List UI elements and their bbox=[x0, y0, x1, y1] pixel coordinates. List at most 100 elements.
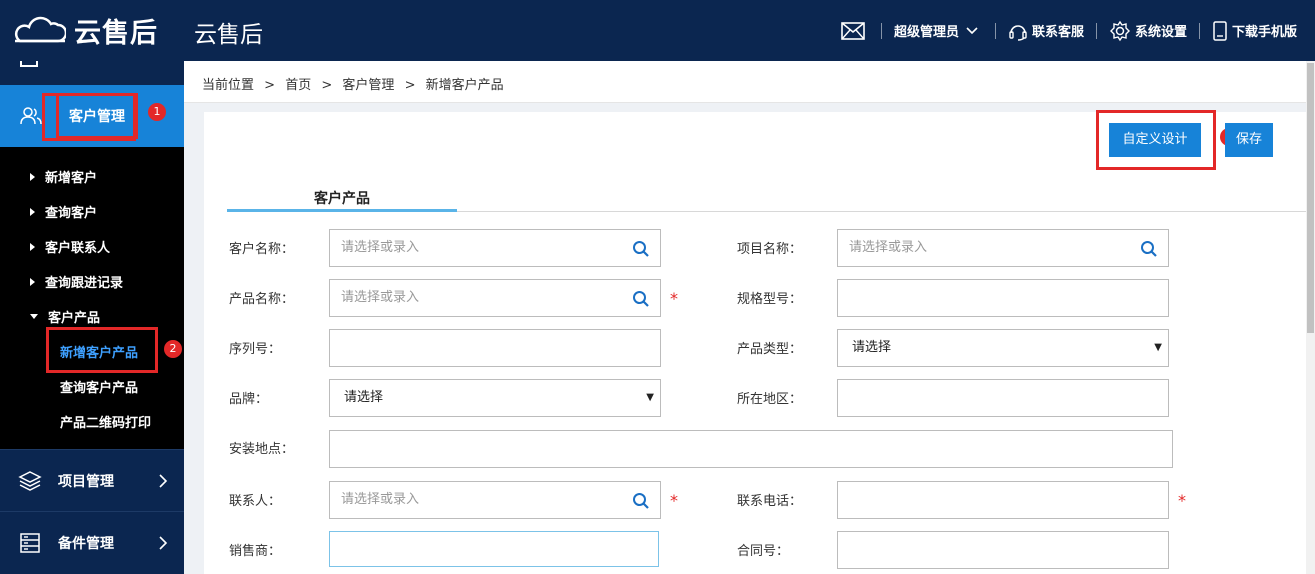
serial-no-label: 序列号： bbox=[229, 342, 282, 357]
project-name-field[interactable]: 请选择或录入 bbox=[837, 229, 1169, 267]
divider bbox=[1095, 22, 1097, 39]
tab-bar: 客户产品 bbox=[227, 188, 1306, 212]
divider bbox=[1198, 22, 1200, 39]
sidebar-subitem-customer-products[interactable]: 客户产品 bbox=[30, 307, 100, 326]
sidebar-item-parts-management[interactable]: 备件管理 bbox=[0, 511, 184, 573]
sidebar-subitem-query-customer[interactable]: 查询客户 bbox=[30, 202, 97, 221]
dealer-field[interactable] bbox=[329, 531, 659, 567]
partial-menu-icon bbox=[20, 61, 38, 67]
sidebar-child-query-customer-product[interactable]: 查询客户产品 bbox=[60, 377, 138, 396]
settings-label: 系统设置 bbox=[1134, 25, 1187, 40]
subitem-label: 查询跟进记录 bbox=[45, 276, 124, 291]
gear-icon bbox=[1109, 20, 1130, 41]
highlight-box bbox=[42, 93, 136, 141]
mobile-link[interactable]: 下载手机版 bbox=[1212, 20, 1297, 41]
contact-label: 联系人： bbox=[229, 494, 282, 509]
contract-no-field[interactable] bbox=[837, 531, 1169, 569]
main-panel: 自定义设计 3 保存 客户产品 客户名称： 请选择或录入 项目名称： 请选择或录… bbox=[204, 110, 1306, 574]
search-icon[interactable] bbox=[632, 492, 650, 510]
customer-name-field[interactable]: 请选择或录入 bbox=[329, 229, 661, 267]
step-badge-1: 1 bbox=[148, 103, 166, 121]
breadcrumb-separator: > bbox=[321, 78, 333, 93]
sidebar-item-label: 备件管理 bbox=[58, 535, 114, 552]
sidebar-subitem-customer-contacts[interactable]: 客户联系人 bbox=[30, 237, 110, 256]
search-icon[interactable] bbox=[1140, 240, 1158, 258]
subitem-label: 新增客户 bbox=[45, 171, 98, 186]
support-label: 联系客服 bbox=[1031, 25, 1084, 40]
dropdown-caret-icon: ▼ bbox=[646, 392, 654, 403]
brand-select[interactable]: 请选择 ▼ bbox=[329, 379, 661, 417]
divider bbox=[994, 22, 996, 39]
breadcrumb-home[interactable]: 首页 bbox=[285, 78, 311, 93]
mail-icon bbox=[841, 21, 865, 40]
settings-link[interactable]: 系统设置 bbox=[1109, 20, 1187, 42]
required-mark: * bbox=[670, 491, 678, 510]
sidebar-subitem-add-customer[interactable]: 新增客户 bbox=[30, 167, 97, 186]
caret-right-icon bbox=[30, 277, 35, 286]
user-menu[interactable]: 超级管理员 bbox=[894, 21, 983, 40]
headset-icon bbox=[1009, 24, 1027, 41]
mobile-phone-icon bbox=[1213, 20, 1227, 41]
search-icon[interactable] bbox=[632, 240, 650, 258]
custom-design-button[interactable]: 自定义设计 bbox=[1109, 123, 1201, 157]
users-icon bbox=[20, 107, 42, 125]
search-icon[interactable] bbox=[632, 290, 650, 308]
product-name-label: 产品名称： bbox=[229, 292, 295, 307]
app-title: 云售后 bbox=[194, 22, 263, 48]
top-right-nav: 超级管理员 联系客服 系统设置 下载手机版 bbox=[841, 0, 1297, 61]
support-link[interactable]: 联系客服 bbox=[1008, 21, 1084, 41]
chevron-right-icon bbox=[159, 535, 168, 550]
logo: 云售后 bbox=[14, 10, 158, 50]
user-label: 超级管理员 bbox=[893, 25, 959, 40]
region-field[interactable] bbox=[837, 379, 1169, 417]
spec-model-label: 规格型号： bbox=[737, 292, 803, 307]
scrollbar-thumb[interactable] bbox=[1307, 63, 1314, 333]
chevron-down-icon bbox=[966, 26, 978, 34]
breadcrumb-separator: > bbox=[404, 78, 416, 93]
product-name-field[interactable]: 请选择或录入 bbox=[329, 279, 661, 317]
sidebar-item-project-management[interactable]: 项目管理 bbox=[0, 449, 184, 511]
product-type-select[interactable]: 请选择 ▼ bbox=[837, 329, 1169, 367]
sidebar-subitem-followup-records[interactable]: 查询跟进记录 bbox=[30, 272, 123, 291]
divider bbox=[880, 22, 882, 39]
product-type-value: 请选择 bbox=[852, 340, 892, 355]
breadcrumb-separator: > bbox=[264, 78, 276, 93]
brand-label: 品牌： bbox=[229, 392, 269, 407]
cloud-logo-icon bbox=[15, 16, 66, 43]
save-button[interactable]: 保存 bbox=[1225, 123, 1273, 157]
vertical-scrollbar[interactable] bbox=[1306, 61, 1315, 574]
install-site-label: 安装地点： bbox=[229, 442, 295, 457]
server-icon bbox=[20, 532, 40, 553]
mail-button[interactable] bbox=[841, 21, 869, 40]
sidebar-child-qrcode-print[interactable]: 产品二维码打印 bbox=[60, 412, 151, 431]
caret-down-icon bbox=[30, 314, 38, 319]
phone-field[interactable] bbox=[837, 481, 1169, 519]
project-name-placeholder: 请选择或录入 bbox=[849, 240, 928, 255]
breadcrumb-current: 新增客户产品 bbox=[425, 78, 504, 93]
dropdown-caret-icon: ▼ bbox=[1154, 342, 1162, 353]
highlight-box bbox=[46, 327, 158, 373]
caret-right-icon bbox=[30, 242, 35, 251]
caret-right-icon bbox=[30, 172, 35, 181]
brand-value: 请选择 bbox=[344, 390, 384, 405]
breadcrumb-prefix: 当前位置 bbox=[202, 78, 255, 93]
spec-model-field[interactable] bbox=[837, 279, 1169, 317]
project-name-label: 项目名称： bbox=[737, 242, 803, 257]
install-site-field[interactable] bbox=[329, 430, 1173, 468]
subitem-label: 查询客户 bbox=[45, 206, 98, 221]
dealer-label: 销售商： bbox=[229, 544, 282, 559]
breadcrumb: 当前位置 > 首页 > 客户管理 > 新增客户产品 bbox=[184, 61, 1306, 103]
layers-icon bbox=[18, 470, 42, 491]
chevron-right-icon bbox=[159, 473, 168, 488]
region-label: 所在地区： bbox=[737, 392, 803, 407]
product-name-placeholder: 请选择或录入 bbox=[341, 290, 420, 305]
breadcrumb-customer-management[interactable]: 客户管理 bbox=[342, 78, 394, 93]
tab-customer-product[interactable]: 客户产品 bbox=[227, 188, 457, 212]
serial-no-field[interactable] bbox=[329, 329, 661, 367]
customer-name-placeholder: 请选择或录入 bbox=[341, 240, 420, 255]
sidebar-item-partial[interactable] bbox=[0, 61, 184, 85]
contact-placeholder: 请选择或录入 bbox=[341, 492, 420, 507]
sidebar-submenu: 新增客户 查询客户 客户联系人 查询跟进记录 客户产品 新增客户产品 2 查询客… bbox=[0, 147, 184, 449]
contact-field[interactable]: 请选择或录入 bbox=[329, 481, 661, 519]
logo-text: 云售后 bbox=[74, 17, 158, 49]
